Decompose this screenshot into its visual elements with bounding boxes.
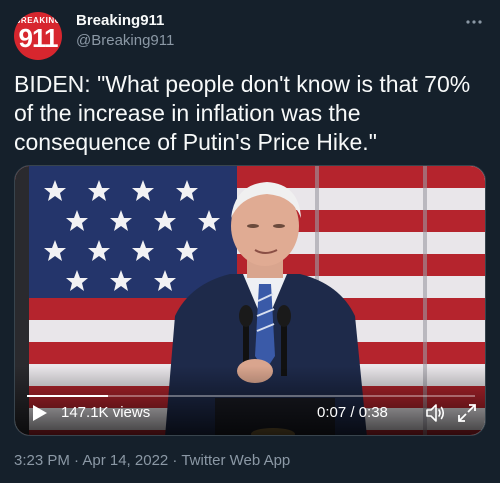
tweet-timestamp[interactable]: 3:23 PM · Apr 14, 2022 · Twitter Web App <box>14 452 290 469</box>
volume-icon <box>426 404 445 422</box>
play-icon <box>33 405 47 421</box>
avatar[interactable]: BREAKING 911 <box>14 12 62 60</box>
video-controls: 147.1K views 0:07 / 0:38 <box>15 385 485 435</box>
author-handle[interactable]: @Breaking911 <box>76 32 174 49</box>
more-options-button[interactable] <box>462 10 486 34</box>
fullscreen-button[interactable] <box>455 401 479 425</box>
fullscreen-icon <box>458 404 476 422</box>
more-horizontal-icon <box>466 20 482 24</box>
play-button[interactable] <box>29 403 49 423</box>
avatar-logo-big-text: 911 <box>18 23 59 53</box>
video-progress-fill <box>27 395 108 397</box>
tweet-header: BREAKING 911 Breaking911 @Breaking911 <box>14 10 486 60</box>
author-name[interactable]: Breaking911 <box>76 12 164 29</box>
tweet-text: BIDEN: "What people don't know is that 7… <box>14 71 471 155</box>
video-progress-track[interactable] <box>27 395 475 397</box>
video-time: 0:07 / 0:38 <box>317 404 388 421</box>
video-view-count: 147.1K views <box>61 404 151 421</box>
video-player[interactable]: 147.1K views 0:07 / 0:38 <box>14 165 486 436</box>
volume-button[interactable] <box>423 401 447 425</box>
